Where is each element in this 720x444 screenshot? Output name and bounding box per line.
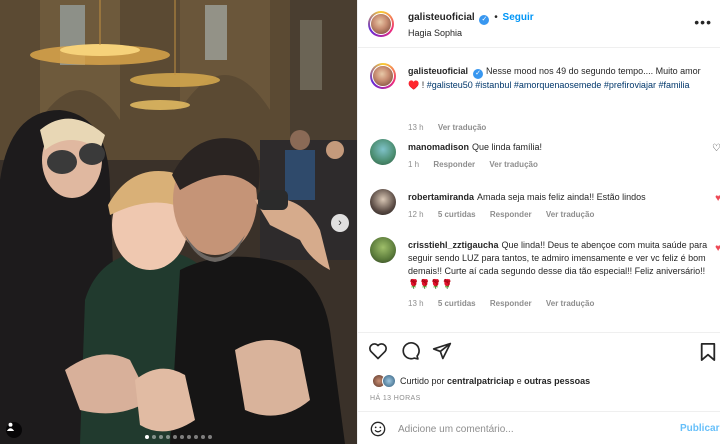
comment-input[interactable] <box>398 421 668 437</box>
carousel-dot <box>159 435 163 439</box>
author-avatar[interactable] <box>368 11 394 37</box>
share-plane-icon[interactable] <box>432 341 454 363</box>
carousel-dot <box>166 435 170 439</box>
follow-button[interactable]: Seguir <box>503 12 534 23</box>
add-comment-bar: Publicar <box>358 411 720 444</box>
caption: galisteuoficial ✓ Nesse mood nos 49 do seg… <box>370 61 715 141</box>
comments-area[interactable]: galisteuoficial ✓ Nesse mood nos 49 do seg… <box>358 49 720 332</box>
post-header: galisteuoficial ✓ • Seguir Hagia Sophia … <box>358 0 720 48</box>
carousel-dot <box>180 435 184 439</box>
chevron-right-icon: › <box>338 216 342 229</box>
comment-item: robertamiranda Amada seja mais feliz aind… <box>370 187 720 227</box>
liker-username[interactable]: centralpatriciap <box>447 376 514 386</box>
reply-button[interactable]: Responder <box>433 160 475 169</box>
comment-time[interactable]: 13 h <box>408 299 424 308</box>
comment-time[interactable]: 12 h <box>408 210 424 219</box>
comment-meta: 12 h 5 curtidas Responder Ver tradução <box>408 210 606 219</box>
commenter-avatar[interactable] <box>370 237 396 263</box>
verified-icon: ✓ <box>473 69 484 79</box>
hashtag[interactable]: #istanbul <box>475 80 511 90</box>
carousel-dot <box>152 435 156 439</box>
caption-username[interactable]: galisteuoficial <box>408 66 468 76</box>
translate-link[interactable]: Ver tradução <box>546 299 594 308</box>
comment-bubble-icon[interactable] <box>400 341 422 363</box>
next-slide-button[interactable]: › <box>331 214 349 232</box>
heart-outline-icon[interactable]: ♡ <box>712 144 720 154</box>
author-username[interactable]: galisteuoficial <box>408 12 475 23</box>
commenter-avatar[interactable] <box>370 139 396 165</box>
carousel-dot <box>145 435 149 439</box>
commenter-username[interactable]: robertamiranda <box>408 192 474 202</box>
comment-text: Amada seja mais feliz ainda!! Estão lind… <box>477 192 646 202</box>
carousel-dot <box>194 435 198 439</box>
carousel-indicator <box>0 435 357 439</box>
post-actions: Curtido por centralpatriciap e outras pe… <box>358 332 720 410</box>
comment-time[interactable]: 1 h <box>408 160 419 169</box>
ellipsis-icon[interactable]: ••• <box>694 14 712 30</box>
comment-text: Que linda família! <box>472 142 543 152</box>
hashtag[interactable]: #prefiroviajar <box>604 80 656 90</box>
commenter-avatar[interactable] <box>370 189 396 215</box>
comment-text-block: manomadison Que linda família! <box>408 141 708 154</box>
commenter-username[interactable]: manomadison <box>408 142 469 152</box>
reply-button[interactable]: Responder <box>490 210 532 219</box>
like-heart-icon[interactable] <box>368 341 390 363</box>
liker-avatar <box>382 374 396 388</box>
hashtag[interactable]: #familia <box>658 80 689 90</box>
photo-illustration <box>0 0 357 444</box>
carousel-dot <box>187 435 191 439</box>
hashtag[interactable]: #amorquenaosemede <box>514 80 602 90</box>
emoji-icon[interactable] <box>370 421 386 437</box>
post-timestamp[interactable]: HÁ 13 HORAS <box>370 395 421 402</box>
caption-meta: 13 h Ver tradução <box>408 123 498 132</box>
carousel-dot <box>201 435 205 439</box>
caption-text-block: galisteuoficial ✓ Nesse mood nos 49 do seg… <box>408 65 708 92</box>
likes-others[interactable]: outras pessoas <box>524 376 590 386</box>
caption-avatar[interactable] <box>370 63 396 89</box>
carousel-dot <box>208 435 212 439</box>
publish-button[interactable]: Publicar <box>680 423 719 434</box>
likes-summary[interactable]: Curtido por centralpatriciap e outras pe… <box>372 374 590 388</box>
post-location[interactable]: Hagia Sophia <box>408 28 462 38</box>
commenter-username[interactable]: crisstiehl_zztigaucha <box>408 240 499 250</box>
translate-link[interactable]: Ver tradução <box>438 123 486 132</box>
comment-likes[interactable]: 5 curtidas <box>438 210 476 219</box>
comment-item: manomadison Que linda família! 1 h Respon… <box>370 137 720 177</box>
heart-filled-icon[interactable]: ♥ <box>715 194 720 204</box>
caption-time[interactable]: 13 h <box>408 123 424 132</box>
comment-meta: 1 h Responder Ver tradução <box>408 160 550 169</box>
heart-filled-icon[interactable]: ♥ <box>715 244 720 254</box>
translate-link[interactable]: Ver tradução <box>489 160 537 169</box>
comment-text-block: robertamiranda Amada seja mais feliz aind… <box>408 191 708 204</box>
likes-conjunction: e <box>516 376 522 386</box>
bookmark-icon[interactable] <box>699 342 717 365</box>
translate-link[interactable]: Ver tradução <box>546 210 594 219</box>
post-photo[interactable]: › <box>0 0 357 444</box>
comment-meta: 13 h 5 curtidas Responder Ver tradução <box>408 299 606 308</box>
reply-button[interactable]: Responder <box>490 299 532 308</box>
likes-prefix: Curtido por <box>400 376 445 386</box>
comment-item: crisstiehl_zztigaucha Que linda!! Deus te… <box>370 237 720 317</box>
header-separator: • <box>494 12 498 23</box>
comment-text-block: crisstiehl_zztigaucha Que linda!! Deus te… <box>408 239 713 291</box>
post-side-panel: galisteuoficial ✓ • Seguir Hagia Sophia … <box>357 0 720 444</box>
user-icon <box>6 422 15 431</box>
comment-likes[interactable]: 5 curtidas <box>438 299 476 308</box>
carousel-dot <box>173 435 177 439</box>
verified-icon: ✓ <box>479 15 490 25</box>
hashtag[interactable]: #galisteu50 <box>427 80 473 90</box>
